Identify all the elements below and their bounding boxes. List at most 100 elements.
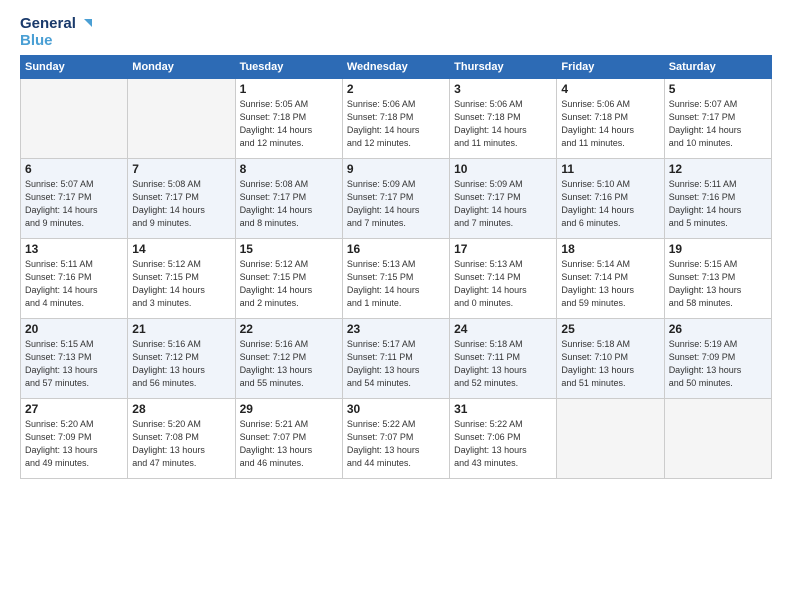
day-number: 16	[347, 242, 445, 256]
calendar-cell: 25 Sunrise: 5:18 AMSunset: 7:10 PMDayligh…	[557, 319, 664, 399]
day-info: Sunrise: 5:14 AMSunset: 7:14 PMDaylight:…	[561, 258, 659, 310]
col-header-monday: Monday	[128, 56, 235, 79]
day-number: 19	[669, 242, 767, 256]
day-info: Sunrise: 5:12 AMSunset: 7:15 PMDaylight:…	[240, 258, 338, 310]
col-header-tuesday: Tuesday	[235, 56, 342, 79]
calendar-cell: 14Sunrise: 5:12 AMSunset: 7:15 PMDayligh…	[128, 239, 235, 319]
calendar-cell: 11Sunrise: 5:10 AMSunset: 7:16 PMDayligh…	[557, 159, 664, 239]
calendar-cell	[128, 79, 235, 159]
calendar-cell: 5 Sunrise: 5:07 AMSunset: 7:17 PMDaylight…	[664, 79, 771, 159]
day-info: Sunrise: 5:06 AMSunset: 7:18 PMDaylight:…	[347, 98, 445, 150]
day-number: 20	[25, 322, 123, 336]
day-info: Sunrise: 5:15 AMSunset: 7:13 PMDaylight:…	[669, 258, 767, 310]
col-header-friday: Friday	[557, 56, 664, 79]
day-number: 15	[240, 242, 338, 256]
day-number: 23	[347, 322, 445, 336]
day-info: Sunrise: 5:20 AMSunset: 7:08 PMDaylight:…	[132, 418, 230, 470]
day-number: 3	[454, 82, 552, 96]
calendar-cell: 18 Sunrise: 5:14 AMSunset: 7:14 PMDayligh…	[557, 239, 664, 319]
day-number: 2	[347, 82, 445, 96]
calendar-cell: 27 Sunrise: 5:20 AMSunset: 7:09 PMDayligh…	[21, 399, 128, 479]
day-number: 12	[669, 162, 767, 176]
day-number: 28	[132, 402, 230, 416]
day-info: Sunrise: 5:16 AMSunset: 7:12 PMDaylight:…	[132, 338, 230, 390]
calendar-week-row: 13 Sunrise: 5:11 AMSunset: 7:16 PMDayligh…	[21, 239, 772, 319]
day-number: 9	[347, 162, 445, 176]
calendar-cell: 8Sunrise: 5:08 AMSunset: 7:17 PMDaylight…	[235, 159, 342, 239]
calendar-cell: 28 Sunrise: 5:20 AMSunset: 7:08 PMDayligh…	[128, 399, 235, 479]
day-number: 5	[669, 82, 767, 96]
calendar-cell: 10 Sunrise: 5:09 AMSunset: 7:17 PMDayligh…	[450, 159, 557, 239]
day-number: 17	[454, 242, 552, 256]
calendar-cell: 9Sunrise: 5:09 AMSunset: 7:17 PMDaylight…	[342, 159, 449, 239]
logo-general: General	[20, 16, 76, 33]
calendar-cell	[664, 399, 771, 479]
calendar-cell	[21, 79, 128, 159]
header: General Blue	[20, 16, 772, 49]
day-number: 21	[132, 322, 230, 336]
day-number: 30	[347, 402, 445, 416]
calendar-table: SundayMondayTuesdayWednesdayThursdayFrid…	[20, 55, 772, 479]
calendar-week-row: 20Sunrise: 5:15 AMSunset: 7:13 PMDayligh…	[21, 319, 772, 399]
calendar-cell: 24 Sunrise: 5:18 AMSunset: 7:11 PMDayligh…	[450, 319, 557, 399]
day-info: Sunrise: 5:13 AMSunset: 7:15 PMDaylight:…	[347, 258, 445, 310]
day-info: Sunrise: 5:19 AMSunset: 7:09 PMDaylight:…	[669, 338, 767, 390]
calendar-cell: 15 Sunrise: 5:12 AMSunset: 7:15 PMDayligh…	[235, 239, 342, 319]
logo: General Blue	[20, 16, 92, 49]
logo-graphic: General Blue	[20, 16, 92, 49]
calendar-cell: 22 Sunrise: 5:16 AMSunset: 7:12 PMDayligh…	[235, 319, 342, 399]
day-info: Sunrise: 5:16 AMSunset: 7:12 PMDaylight:…	[240, 338, 338, 390]
day-info: Sunrise: 5:18 AMSunset: 7:11 PMDaylight:…	[454, 338, 552, 390]
calendar-cell: 2 Sunrise: 5:06 AMSunset: 7:18 PMDaylight…	[342, 79, 449, 159]
day-number: 13	[25, 242, 123, 256]
day-number: 4	[561, 82, 659, 96]
day-number: 29	[240, 402, 338, 416]
calendar-cell: 30Sunrise: 5:22 AMSunset: 7:07 PMDayligh…	[342, 399, 449, 479]
col-header-saturday: Saturday	[664, 56, 771, 79]
day-number: 25	[561, 322, 659, 336]
calendar-cell: 17 Sunrise: 5:13 AMSunset: 7:14 PMDayligh…	[450, 239, 557, 319]
calendar-cell: 23 Sunrise: 5:17 AMSunset: 7:11 PMDayligh…	[342, 319, 449, 399]
calendar-cell: 12 Sunrise: 5:11 AMSunset: 7:16 PMDayligh…	[664, 159, 771, 239]
day-number: 7	[132, 162, 230, 176]
day-info: Sunrise: 5:06 AMSunset: 7:18 PMDaylight:…	[454, 98, 552, 150]
day-info: Sunrise: 5:12 AMSunset: 7:15 PMDaylight:…	[132, 258, 230, 310]
col-header-sunday: Sunday	[21, 56, 128, 79]
day-info: Sunrise: 5:11 AMSunset: 7:16 PMDaylight:…	[669, 178, 767, 230]
col-header-thursday: Thursday	[450, 56, 557, 79]
day-number: 24	[454, 322, 552, 336]
day-number: 27	[25, 402, 123, 416]
day-info: Sunrise: 5:11 AMSunset: 7:16 PMDaylight:…	[25, 258, 123, 310]
calendar-week-row: 6Sunrise: 5:07 AMSunset: 7:17 PMDaylight…	[21, 159, 772, 239]
day-info: Sunrise: 5:17 AMSunset: 7:11 PMDaylight:…	[347, 338, 445, 390]
day-number: 18	[561, 242, 659, 256]
day-info: Sunrise: 5:20 AMSunset: 7:09 PMDaylight:…	[25, 418, 123, 470]
calendar-week-row: 27 Sunrise: 5:20 AMSunset: 7:09 PMDayligh…	[21, 399, 772, 479]
calendar-cell	[557, 399, 664, 479]
calendar-page: General Blue SundayMondayTuesdayWednesda…	[0, 0, 792, 612]
logo-blue: Blue	[20, 33, 53, 50]
calendar-cell: 7Sunrise: 5:08 AMSunset: 7:17 PMDaylight…	[128, 159, 235, 239]
day-number: 26	[669, 322, 767, 336]
day-info: Sunrise: 5:06 AMSunset: 7:18 PMDaylight:…	[561, 98, 659, 150]
calendar-cell: 4 Sunrise: 5:06 AMSunset: 7:18 PMDaylight…	[557, 79, 664, 159]
day-info: Sunrise: 5:22 AMSunset: 7:06 PMDaylight:…	[454, 418, 552, 470]
day-number: 8	[240, 162, 338, 176]
calendar-cell: 3 Sunrise: 5:06 AMSunset: 7:18 PMDaylight…	[450, 79, 557, 159]
day-info: Sunrise: 5:10 AMSunset: 7:16 PMDaylight:…	[561, 178, 659, 230]
day-number: 22	[240, 322, 338, 336]
day-info: Sunrise: 5:05 AMSunset: 7:18 PMDaylight:…	[240, 98, 338, 150]
day-number: 1	[240, 82, 338, 96]
day-info: Sunrise: 5:18 AMSunset: 7:10 PMDaylight:…	[561, 338, 659, 390]
day-info: Sunrise: 5:09 AMSunset: 7:17 PMDaylight:…	[454, 178, 552, 230]
day-info: Sunrise: 5:07 AMSunset: 7:17 PMDaylight:…	[669, 98, 767, 150]
calendar-cell: 26 Sunrise: 5:19 AMSunset: 7:09 PMDayligh…	[664, 319, 771, 399]
calendar-header-row: SundayMondayTuesdayWednesdayThursdayFrid…	[21, 56, 772, 79]
calendar-cell: 31Sunrise: 5:22 AMSunset: 7:06 PMDayligh…	[450, 399, 557, 479]
day-info: Sunrise: 5:13 AMSunset: 7:14 PMDaylight:…	[454, 258, 552, 310]
col-header-wednesday: Wednesday	[342, 56, 449, 79]
calendar-cell: 1 Sunrise: 5:05 AMSunset: 7:18 PMDaylight…	[235, 79, 342, 159]
day-number: 10	[454, 162, 552, 176]
calendar-week-row: 1 Sunrise: 5:05 AMSunset: 7:18 PMDaylight…	[21, 79, 772, 159]
calendar-cell: 16 Sunrise: 5:13 AMSunset: 7:15 PMDayligh…	[342, 239, 449, 319]
